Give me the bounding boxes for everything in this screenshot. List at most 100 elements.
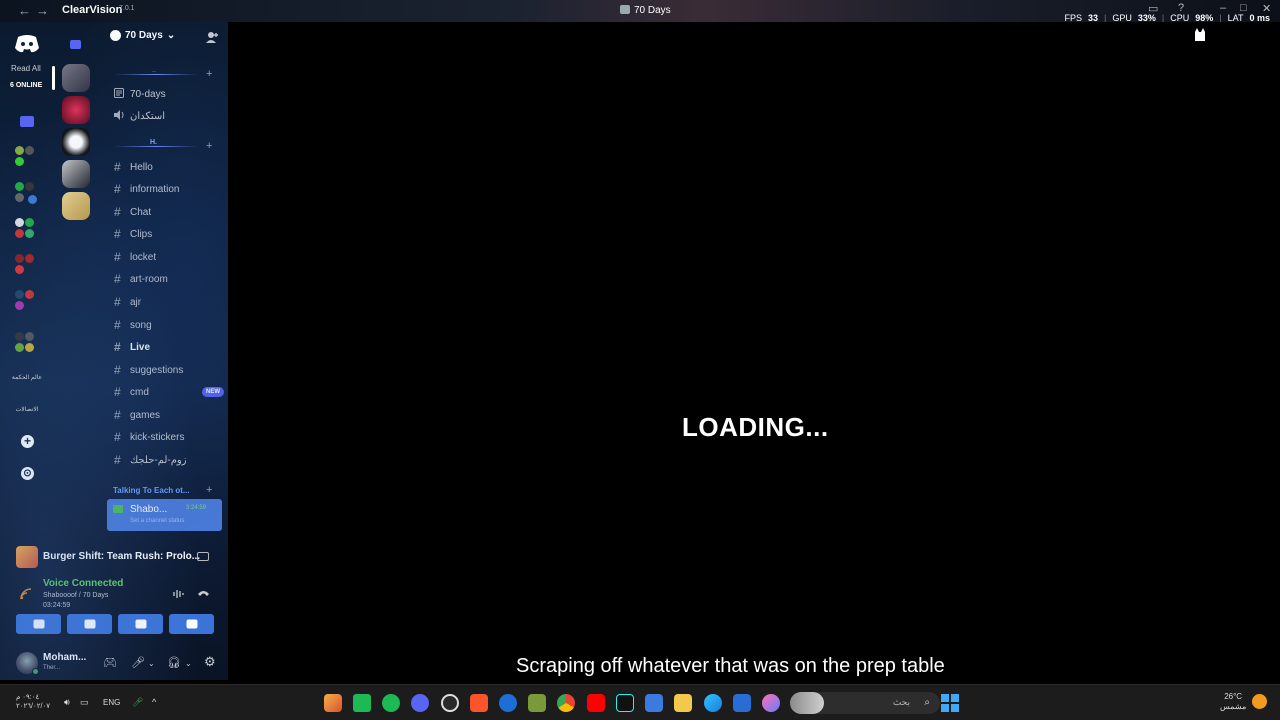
hash-icon: # bbox=[114, 340, 121, 354]
channel-item[interactable]: # art-room bbox=[114, 270, 224, 288]
soundboard-button[interactable] bbox=[169, 614, 214, 634]
voice-channel-timer: 3:24:59 bbox=[186, 505, 207, 511]
channel-item[interactable]: # Live bbox=[114, 338, 224, 356]
tray-expand-icon[interactable]: ^ bbox=[152, 697, 156, 707]
chevron-down-icon[interactable]: ⌄ bbox=[148, 659, 155, 668]
youtube-icon[interactable] bbox=[587, 694, 605, 712]
server-folder[interactable] bbox=[14, 146, 42, 168]
server-text-icon[interactable]: الاتصالات bbox=[8, 406, 46, 413]
explore-icon[interactable]: ⊙ bbox=[21, 467, 34, 480]
server-icon[interactable] bbox=[62, 96, 90, 124]
server-icon[interactable] bbox=[62, 160, 90, 188]
server-text-icon[interactable]: عالم الحكمة bbox=[8, 374, 46, 381]
server-icon[interactable] bbox=[62, 64, 90, 92]
window-title: 70 Days bbox=[620, 5, 671, 16]
hash-icon: # bbox=[114, 272, 121, 286]
server-folder[interactable] bbox=[14, 182, 42, 204]
channel-name: locket bbox=[130, 251, 157, 263]
screen-share-icon[interactable] bbox=[197, 552, 209, 561]
server-icon[interactable] bbox=[62, 128, 90, 156]
microphone-icon[interactable]: 🎤︎ bbox=[132, 697, 143, 708]
voice-channel-selected[interactable]: Shabo... 3:24:59 Set a channel status bbox=[107, 499, 222, 531]
gear-icon[interactable]: ⚙ bbox=[204, 654, 216, 670]
server-folder-icon[interactable] bbox=[70, 40, 81, 49]
forward-button[interactable]: → bbox=[36, 3, 49, 18]
cat-icon bbox=[1195, 28, 1205, 41]
file-explorer-icon[interactable] bbox=[674, 694, 692, 712]
user-status: Ther... bbox=[43, 665, 61, 671]
channel-item[interactable]: # Hello bbox=[114, 158, 224, 176]
channel-item[interactable]: # information bbox=[114, 180, 224, 198]
channel-item[interactable]: # ajr bbox=[114, 293, 224, 311]
activities-button[interactable] bbox=[118, 614, 163, 634]
channel-item[interactable]: # Chat bbox=[114, 203, 224, 221]
channel-item[interactable]: # song bbox=[114, 316, 224, 334]
minecraft-icon[interactable] bbox=[528, 694, 546, 712]
activity-panel[interactable]: Burger Shift: Team Rush: Prolo... bbox=[0, 542, 228, 572]
channel-item[interactable]: # Clips bbox=[114, 225, 224, 243]
invite-people-icon[interactable] bbox=[206, 31, 219, 43]
channel-item[interactable]: # locket bbox=[114, 248, 224, 266]
clock-time: ٠٩:٠٤ م bbox=[16, 694, 40, 701]
windows-start-icon[interactable] bbox=[941, 694, 959, 712]
gamepad-icon[interactable]: 🎮︎ bbox=[103, 656, 117, 669]
server-folder-icon[interactable] bbox=[20, 116, 34, 127]
camera-button[interactable] bbox=[16, 614, 61, 634]
server-icon[interactable] bbox=[62, 192, 90, 220]
signal-icon[interactable] bbox=[20, 588, 32, 600]
read-all-button[interactable]: Read All bbox=[11, 64, 41, 73]
channel-item[interactable]: # زوم-لم-حلجك bbox=[114, 451, 224, 469]
username[interactable]: Moham... bbox=[43, 652, 86, 663]
channel-item[interactable]: # cmd NEW bbox=[114, 383, 224, 401]
tiktok-icon[interactable] bbox=[616, 694, 634, 712]
channel-item[interactable]: # games bbox=[114, 406, 224, 424]
server-folder[interactable] bbox=[14, 290, 42, 312]
weather-widget[interactable]: 26°C مشمس bbox=[1220, 692, 1246, 712]
discord-home-icon[interactable] bbox=[14, 34, 40, 54]
spotify-icon[interactable] bbox=[382, 694, 400, 712]
brave-icon[interactable] bbox=[470, 694, 488, 712]
chevron-down-icon[interactable]: ⌄ bbox=[185, 659, 192, 668]
server-folder[interactable] bbox=[14, 254, 42, 276]
noise-suppression-icon[interactable] bbox=[173, 588, 185, 600]
back-button[interactable]: ← bbox=[18, 3, 31, 18]
disconnect-icon[interactable] bbox=[197, 588, 210, 598]
server-name: 70 Days bbox=[125, 30, 163, 41]
taskbar-clock[interactable]: ٠٩:٠٤ م ٢٠٢٦/٠٢/٠٧ bbox=[16, 693, 50, 711]
server-folder[interactable] bbox=[14, 332, 42, 354]
add-server-button[interactable]: + bbox=[21, 435, 34, 448]
chrome-icon[interactable] bbox=[557, 694, 575, 712]
hash-icon: # bbox=[114, 408, 121, 422]
main-content: LOADING... Scraping off whatever that wa… bbox=[228, 22, 1280, 680]
store-icon[interactable] bbox=[645, 694, 663, 712]
edge-icon[interactable] bbox=[704, 694, 722, 712]
steam-icon[interactable] bbox=[441, 694, 459, 712]
search-box[interactable]: بحث ⌕ bbox=[790, 692, 940, 714]
game-app-icon[interactable] bbox=[324, 694, 342, 712]
channel-item[interactable]: # kick-stickers bbox=[114, 428, 224, 446]
server-header[interactable]: 70 Days ⌄ bbox=[110, 30, 175, 41]
app-icon[interactable] bbox=[499, 694, 517, 712]
headphones-icon[interactable]: 🎧︎ bbox=[167, 656, 181, 669]
share-screen-button[interactable] bbox=[67, 614, 112, 634]
network-icon[interactable]: ▭ bbox=[80, 697, 89, 708]
add-channel-icon[interactable]: + bbox=[206, 484, 212, 496]
add-channel-icon[interactable]: + bbox=[206, 68, 212, 80]
channel-item[interactable]: # suggestions bbox=[114, 361, 224, 379]
microphone-icon[interactable]: 🎤︎ bbox=[131, 656, 145, 669]
channel-item[interactable]: استكدان bbox=[114, 107, 224, 125]
mail-icon[interactable] bbox=[733, 694, 751, 712]
volume-icon[interactable]: 🔊︎ bbox=[64, 697, 70, 708]
discord-icon[interactable] bbox=[411, 694, 429, 712]
voice-status[interactable]: Voice Connected bbox=[43, 578, 123, 589]
language-indicator[interactable]: ENG bbox=[103, 698, 120, 707]
add-channel-icon[interactable]: + bbox=[206, 140, 212, 152]
server-settings-icon bbox=[110, 30, 121, 41]
server-folder[interactable] bbox=[14, 218, 42, 240]
voice-category-label[interactable]: Talking To Each ot... bbox=[113, 486, 190, 495]
copilot-icon[interactable] bbox=[762, 694, 780, 712]
channel-name: 70-days bbox=[130, 88, 166, 100]
app-icon[interactable] bbox=[353, 694, 371, 712]
channel-item[interactable]: 70-days bbox=[114, 85, 224, 103]
active-indicator bbox=[52, 66, 55, 90]
